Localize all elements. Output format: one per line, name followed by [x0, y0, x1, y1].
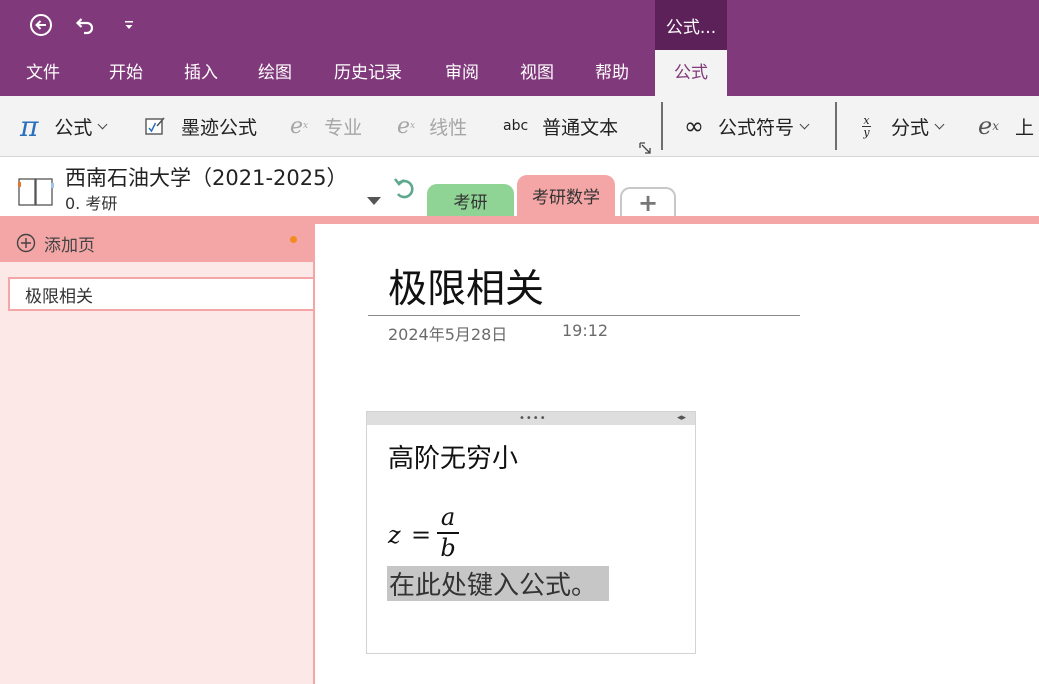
sync-icon[interactable]	[393, 177, 415, 205]
section-tab-kaoyan-math[interactable]: 考研数学	[517, 175, 615, 216]
notebook-icon[interactable]	[18, 177, 54, 207]
ink-equation-label: 墨迹公式	[181, 116, 258, 139]
symbols-label: 公式符号	[718, 116, 795, 139]
page-title[interactable]: 极限相关	[388, 258, 544, 314]
tab-file[interactable]: 文件	[26, 50, 60, 96]
chevron-down-icon	[934, 119, 945, 129]
equation-button[interactable]: π 公式	[20, 96, 108, 156]
infinity-icon: ∞	[684, 112, 704, 140]
notebook-bar: 西南石油大学（2021-2025） 0. 考研 考研 考研数学 +	[0, 157, 1039, 217]
professional-label: 专业	[324, 116, 363, 139]
dialog-launcher-icon[interactable]	[639, 139, 651, 154]
tab-view[interactable]: 视图	[520, 50, 554, 96]
linear-icon: ex	[397, 113, 416, 139]
linear-label: 线性	[429, 116, 468, 139]
page-pane: 添加页 极限相关	[0, 224, 315, 684]
pi-icon: π	[20, 109, 39, 143]
note-container-handle[interactable]: •••• ◂▸	[367, 412, 695, 425]
normal-text-button[interactable]: abc 普通文本	[503, 96, 618, 156]
ribbon: π 公式 墨迹公式 ex 专业 ex 线性 abc 普通文本 ∞ 公式符号 x …	[0, 96, 1039, 157]
page-time: 19:12	[562, 321, 609, 340]
add-section-button[interactable]: +	[620, 187, 676, 217]
notebook-dropdown-icon[interactable]	[366, 191, 382, 210]
tab-history[interactable]: 历史记录	[334, 50, 402, 96]
symbols-button[interactable]: ∞ 公式符号	[684, 96, 810, 156]
note-heading[interactable]: 高阶无穷小	[388, 438, 518, 475]
chevron-down-icon	[799, 119, 810, 129]
tab-insert[interactable]: 插入	[184, 50, 218, 96]
script-icon: ex	[978, 112, 999, 140]
title-bar: 公式...	[0, 0, 1039, 50]
page-date: 2024年5月28日	[388, 325, 508, 344]
equation-lhs: z	[388, 521, 401, 549]
tab-equation[interactable]: 公式	[655, 50, 727, 96]
context-tool-title: 公式...	[655, 0, 727, 50]
tab-draw[interactable]: 绘图	[258, 50, 292, 96]
back-button[interactable]	[28, 12, 54, 38]
tab-help[interactable]: 帮助	[595, 50, 629, 96]
note-container[interactable]: •••• ◂▸ 高阶无穷小 z = a b 在此处键入公式。	[366, 411, 696, 654]
equation-placeholder[interactable]: 在此处键入公式。	[387, 566, 610, 601]
script-button[interactable]: ex 上	[978, 96, 1034, 156]
normal-text-label: 普通文本	[542, 116, 619, 139]
title-underline	[368, 315, 800, 316]
linear-button[interactable]: ex 线性	[397, 96, 467, 156]
notebook-name[interactable]: 西南石油大学（2021-2025）	[65, 162, 347, 192]
ink-equation-icon	[144, 115, 166, 137]
add-page-label: 添加页	[44, 235, 95, 256]
section-group-name[interactable]: 0. 考研	[65, 190, 117, 214]
ribbon-separator	[835, 102, 837, 150]
section-tab-kaoyan[interactable]: 考研	[427, 184, 514, 216]
fraction-numerator: a	[440, 503, 456, 531]
undo-button[interactable]	[71, 12, 97, 38]
equation-label: 公式	[54, 116, 93, 139]
professional-icon: ex	[290, 113, 309, 139]
page-list-item[interactable]: 极限相关	[8, 277, 313, 311]
fraction-label: 分式	[891, 116, 930, 139]
section-color-band	[0, 216, 1039, 224]
ribbon-separator	[661, 102, 663, 150]
fraction-icon: xy	[862, 113, 871, 139]
customize-qat-button[interactable]	[116, 12, 142, 38]
professional-button[interactable]: ex 专业	[290, 96, 362, 156]
undo-icon	[75, 18, 94, 35]
tab-review[interactable]: 审阅	[445, 50, 479, 96]
add-page-button[interactable]: 添加页	[0, 224, 313, 262]
customize-qat-icon	[125, 21, 133, 29]
normal-text-icon: abc	[503, 118, 529, 134]
fraction-button[interactable]: xy 分式	[862, 96, 945, 156]
fraction-denominator: b	[440, 534, 456, 562]
resize-arrows-icon[interactable]: ◂▸	[677, 413, 686, 424]
tab-home[interactable]: 开始	[109, 50, 143, 96]
unsaved-dot-icon	[290, 236, 297, 243]
chevron-down-icon	[97, 119, 108, 129]
equation-operator: =	[411, 521, 432, 549]
menu-bar: 文件 开始 插入 绘图 历史记录 审阅 视图 帮助 公式	[0, 50, 1039, 96]
ink-equation-button[interactable]: 墨迹公式	[144, 96, 257, 156]
fraction: a b	[437, 504, 459, 562]
drag-handle-icon: ••••	[519, 413, 547, 424]
back-icon	[30, 14, 52, 36]
script-label: 上	[1014, 116, 1034, 139]
add-page-icon	[16, 233, 36, 253]
